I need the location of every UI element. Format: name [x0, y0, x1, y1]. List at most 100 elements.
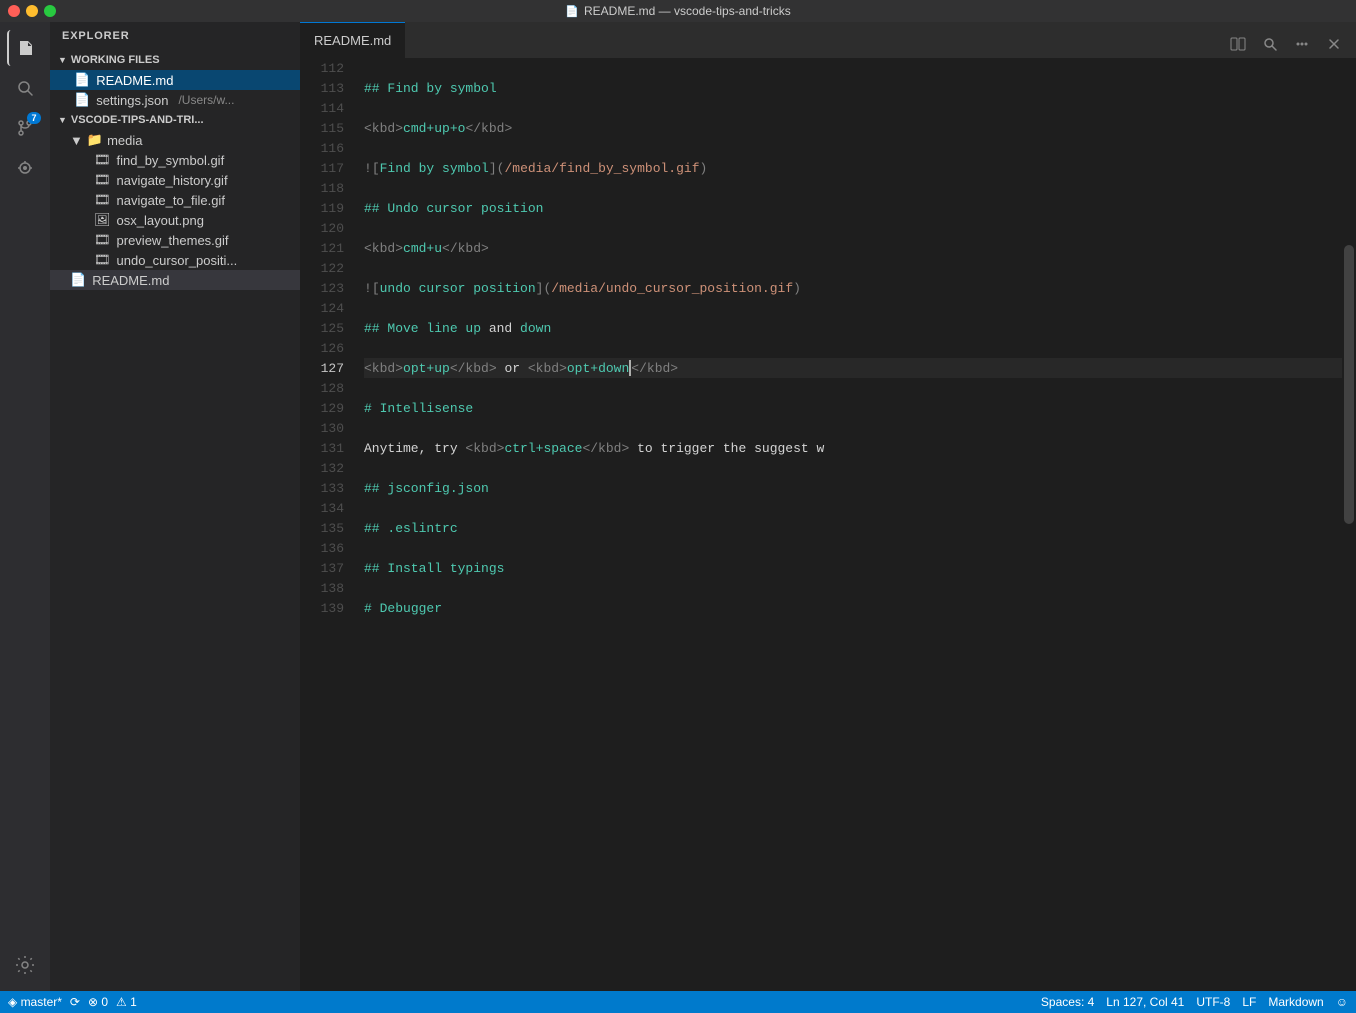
media-folder[interactable]: ▼ 📁 media: [50, 130, 300, 150]
line-130: 130: [300, 418, 356, 438]
img-src-123: /media/undo_cursor_position.gif: [551, 281, 793, 296]
working-files-label: WORKING FILES: [71, 54, 160, 66]
line-117: 117: [300, 158, 356, 178]
img-alt-117: Find by symbol: [380, 161, 489, 176]
sync-button[interactable]: ⟳: [70, 995, 80, 1009]
settings-activity-icon[interactable]: [7, 947, 43, 983]
file-find-by-symbol[interactable]: 🎞 find_by_symbol.gif: [50, 150, 300, 170]
code-line-137: ## Install typings: [364, 558, 1342, 578]
img-paren-close-117: ): [700, 161, 708, 176]
git-branch[interactable]: ◈ master*: [8, 995, 62, 1009]
spaces-indicator[interactable]: Spaces: 4: [1041, 995, 1094, 1009]
root-readme[interactable]: 📄 README.md: [50, 270, 300, 290]
project-section[interactable]: ▼ VSCODE-TIPS-AND-TRI...: [50, 110, 300, 130]
heading-hash-139: #: [364, 601, 380, 616]
title-bar: 📄 README.md — vscode-tips-and-tricks: [0, 0, 1356, 22]
root-readme-label: README.md: [92, 273, 169, 288]
explorer-activity-icon[interactable]: [7, 30, 43, 66]
code-line-123: ![undo cursor position](/media/undo_curs…: [364, 278, 1342, 298]
heading-hash-133: ##: [364, 481, 387, 496]
scrollbar-thumb[interactable]: [1344, 245, 1354, 525]
working-file-readme[interactable]: 📄 README.md: [50, 70, 300, 90]
heading-text-139: Debugger: [380, 601, 442, 616]
heading-hash: ##: [364, 81, 387, 96]
file-navigate-history[interactable]: 🎞 navigate_history.gif: [50, 170, 300, 190]
line-126: 126: [300, 338, 356, 358]
text-131b: to trigger the suggest w: [629, 441, 824, 456]
img-excl-117: !: [364, 161, 372, 176]
language-indicator[interactable]: Markdown: [1268, 995, 1323, 1009]
line-134: 134: [300, 498, 356, 518]
code-line-126: [364, 338, 1342, 358]
errors-indicator[interactable]: ⊗ 0: [88, 995, 108, 1009]
line-118: 118: [300, 178, 356, 198]
working-file-readme-label: README.md: [96, 73, 173, 88]
heading-hash-119: ##: [364, 201, 387, 216]
text-131a: Anytime, try: [364, 441, 465, 456]
line-127: 127: [300, 358, 356, 378]
code-line-139: # Debugger: [364, 598, 1342, 618]
file-preview-themes[interactable]: 🎞 preview_themes.gif: [50, 230, 300, 250]
debug-activity-icon[interactable]: [7, 150, 43, 186]
tag-open-121: <kbd>: [364, 241, 403, 256]
minimize-button[interactable]: [26, 5, 38, 17]
file-icon: 📄: [565, 5, 579, 18]
media-folder-label: media: [107, 133, 142, 148]
close-button[interactable]: [8, 5, 20, 17]
section-arrow: ▼: [58, 55, 67, 65]
tag-close-131: </kbd>: [582, 441, 629, 456]
line-123: 123: [300, 278, 356, 298]
encoding-indicator[interactable]: UTF-8: [1196, 995, 1230, 1009]
line-121: 121: [300, 238, 356, 258]
kbd-content-121: cmd+u: [403, 241, 442, 256]
status-right: Spaces: 4 Ln 127, Col 41 UTF-8 LF Markdo…: [1041, 995, 1348, 1009]
working-file-settings[interactable]: 📄 settings.json /Users/w...: [50, 90, 300, 110]
find-button[interactable]: [1256, 30, 1284, 58]
window-title: 📄 README.md — vscode-tips-and-tricks: [565, 4, 790, 18]
code-line-131: Anytime, try <kbd>ctrl+space</kbd> to tr…: [364, 438, 1342, 458]
gif-icon-4: 🎞: [94, 232, 111, 248]
line-137: 137: [300, 558, 356, 578]
code-line-136: [364, 538, 1342, 558]
tag-close-115: </kbd>: [465, 121, 512, 136]
kbd-content-127b: opt+down: [567, 361, 629, 376]
folder-icon: 📁: [87, 132, 103, 148]
tag-close-127b: </kbd>: [631, 361, 678, 376]
code-line-138: [364, 578, 1342, 598]
img-bracket-open-117: [: [372, 161, 380, 176]
activity-bar: 7: [0, 22, 50, 991]
code-line-115: <kbd>cmd+up+o</kbd>: [364, 118, 1342, 138]
gif-icon-2: 🎞: [94, 172, 111, 188]
code-line-112: [364, 58, 1342, 78]
maximize-button[interactable]: [44, 5, 56, 17]
window-controls[interactable]: [8, 5, 56, 17]
code-area[interactable]: ## Find by symbol <kbd>cmd+up+o</kbd> ![…: [356, 58, 1342, 991]
feedback-icon[interactable]: ☺: [1336, 995, 1348, 1009]
sidebar-header: EXPLORER: [50, 22, 300, 50]
file-osx-layout[interactable]: 🖼 osx_layout.png: [50, 210, 300, 230]
search-activity-icon[interactable]: [7, 70, 43, 106]
file-navigate-to-file[interactable]: 🎞 navigate_to_file.gif: [50, 190, 300, 210]
editor-scrollbar[interactable]: [1342, 58, 1356, 991]
split-editor-button[interactable]: [1224, 30, 1252, 58]
editor-tabs: README.md: [300, 22, 1356, 58]
cursor-position[interactable]: Ln 127, Col 41: [1106, 995, 1184, 1009]
tab-readme[interactable]: README.md: [300, 22, 405, 58]
line-132: 132: [300, 458, 356, 478]
line-115: 115: [300, 118, 356, 138]
code-line-133: ## jsconfig.json: [364, 478, 1342, 498]
heading-text-135: .eslintrc: [387, 521, 457, 536]
file-undo-cursor[interactable]: 🎞 undo_cursor_positi...: [50, 250, 300, 270]
line-129: 129: [300, 398, 356, 418]
code-line-129: # Intellisense: [364, 398, 1342, 418]
more-button[interactable]: [1288, 30, 1316, 58]
code-line-121: <kbd>cmd+u</kbd>: [364, 238, 1342, 258]
img-paren-close-123: ): [793, 281, 801, 296]
line-135: 135: [300, 518, 356, 538]
close-tab-button[interactable]: [1320, 30, 1348, 58]
warnings-indicator[interactable]: ⚠ 1: [116, 995, 137, 1009]
line-122: 122: [300, 258, 356, 278]
git-activity-icon[interactable]: 7: [7, 110, 43, 146]
eol-indicator[interactable]: LF: [1242, 995, 1256, 1009]
working-files-section[interactable]: ▼ WORKING FILES: [50, 50, 300, 70]
